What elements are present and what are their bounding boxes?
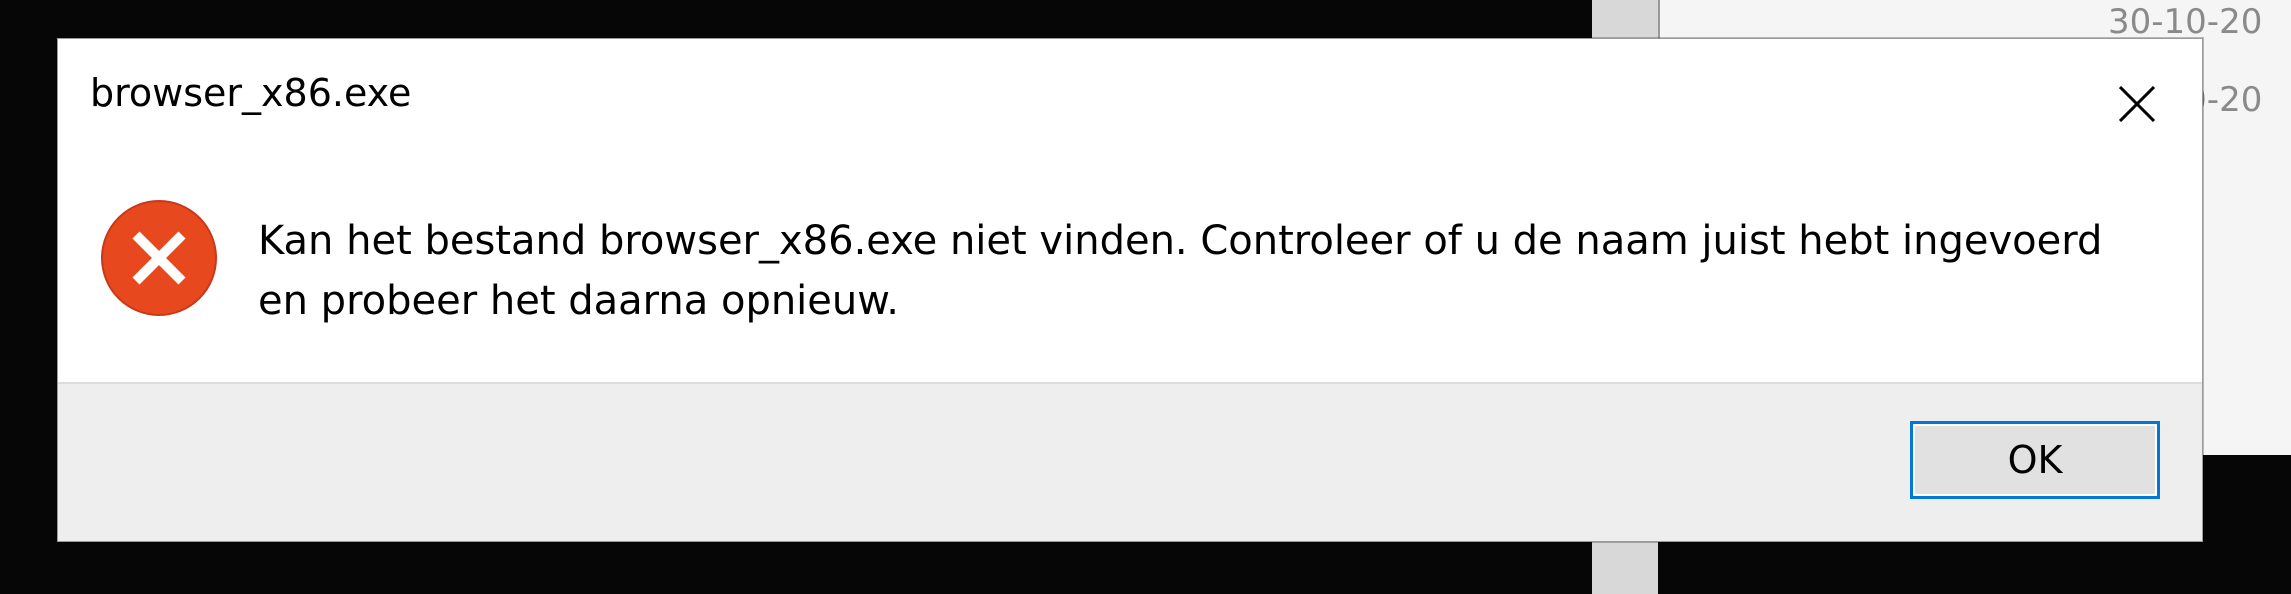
error-message: Kan het bestand browser_x86.exe niet vin… [258, 218, 2103, 324]
error-dialog: browser_x86.exe Kan het bestand browser_… [57, 38, 2203, 542]
dialog-title: browser_x86.exe [90, 71, 412, 115]
close-icon [2119, 86, 2155, 122]
dialog-footer: OK [58, 382, 2202, 541]
background-date-1: 30-10-20 [2108, 2, 2263, 42]
desktop: 30-10-20 30-10-20 browser_x86.exe Kan he… [0, 0, 2291, 594]
ok-button[interactable]: OK [1910, 421, 2160, 499]
close-button[interactable] [2090, 57, 2184, 151]
error-icon [100, 199, 218, 317]
